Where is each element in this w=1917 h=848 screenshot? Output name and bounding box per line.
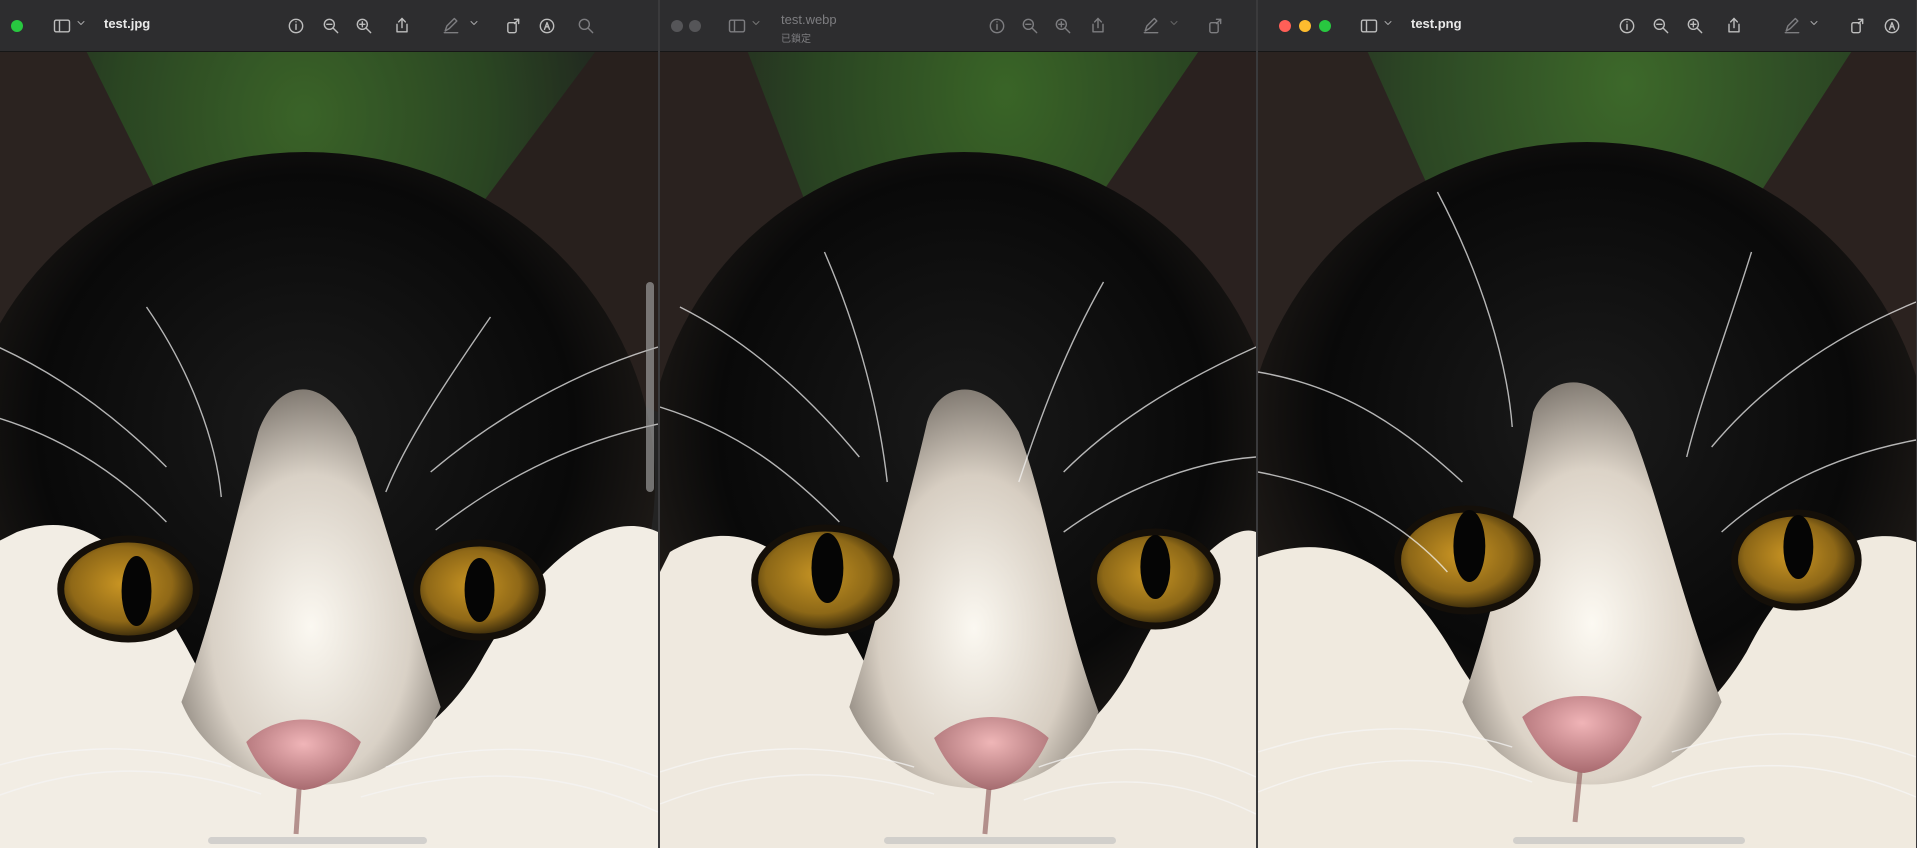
chevron-down-icon[interactable] — [1382, 16, 1394, 36]
info-icon[interactable] — [983, 12, 1011, 40]
image-viewer[interactable] — [660, 52, 1256, 848]
window-title: test.webp — [781, 12, 837, 27]
share-icon[interactable] — [1084, 12, 1112, 40]
window-zoom-button[interactable] — [1319, 20, 1331, 32]
zoom-in-icon[interactable] — [1049, 12, 1077, 40]
window-minimize-button[interactable] — [689, 20, 701, 32]
share-icon[interactable] — [388, 12, 416, 40]
sidebar-icon[interactable] — [48, 12, 76, 40]
zoom-out-icon[interactable] — [317, 12, 345, 40]
window-close-button[interactable] — [1279, 20, 1291, 32]
window-minimize-button[interactable] — [1299, 20, 1311, 32]
annotate-icon[interactable] — [533, 12, 561, 40]
locked-status: 已鎖定 — [781, 34, 811, 45]
rotate-icon[interactable] — [498, 12, 526, 40]
zoom-in-icon[interactable] — [1681, 12, 1709, 40]
image-viewer[interactable] — [0, 52, 658, 848]
zoom-out-icon[interactable] — [1647, 12, 1675, 40]
rotate-icon[interactable] — [1200, 12, 1228, 40]
window-zoom-button[interactable] — [11, 20, 23, 32]
sidebar-icon[interactable] — [723, 12, 751, 40]
toolbar: test.jpg — [0, 0, 658, 52]
markup-menu-chevron-icon[interactable] — [1808, 16, 1820, 36]
horizontal-scrollbar[interactable] — [1513, 837, 1745, 844]
rotate-icon[interactable] — [1842, 12, 1870, 40]
share-icon[interactable] — [1720, 12, 1748, 40]
horizontal-scrollbar[interactable] — [884, 837, 1116, 844]
cat-image — [0, 52, 658, 848]
markup-menu-chevron-icon[interactable] — [1168, 16, 1180, 36]
zoom-in-icon[interactable] — [350, 12, 378, 40]
horizontal-scrollbar[interactable] — [208, 837, 427, 844]
preview-window-test-jpg[interactable]: test.jpg — [0, 0, 659, 848]
cat-image — [660, 52, 1256, 848]
markup-icon[interactable] — [1137, 12, 1165, 40]
preview-window-test-webp[interactable]: test.webp 已鎖定 — [659, 0, 1257, 848]
cat-image — [1258, 52, 1916, 848]
toolbar: test.webp 已鎖定 — [660, 0, 1256, 52]
annotate-icon[interactable] — [1878, 12, 1906, 40]
window-title: test.jpg — [104, 16, 151, 31]
toolbar: test.png — [1258, 0, 1916, 52]
window-close-button[interactable] — [671, 20, 683, 32]
vertical-scrollbar[interactable] — [646, 282, 654, 492]
markup-icon[interactable] — [437, 12, 465, 40]
chevron-down-icon[interactable] — [750, 16, 762, 36]
desktop: test.jpg test.webp 已鎖定 test.png — [0, 0, 1917, 848]
markup-menu-chevron-icon[interactable] — [468, 16, 480, 36]
info-icon[interactable] — [1613, 12, 1641, 40]
info-icon[interactable] — [282, 12, 310, 40]
preview-window-test-png[interactable]: test.png — [1257, 0, 1917, 848]
chevron-down-icon[interactable] — [75, 16, 87, 36]
image-viewer[interactable] — [1258, 52, 1916, 848]
markup-icon[interactable] — [1778, 12, 1806, 40]
zoom-out-icon[interactable] — [1016, 12, 1044, 40]
search-icon[interactable] — [572, 12, 600, 40]
window-title: test.png — [1411, 16, 1462, 31]
sidebar-icon[interactable] — [1355, 12, 1383, 40]
